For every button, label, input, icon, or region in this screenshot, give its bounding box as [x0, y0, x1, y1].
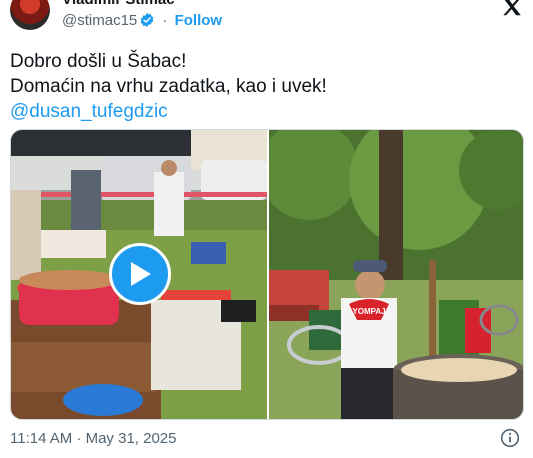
info-icon[interactable]: [500, 428, 520, 448]
x-logo-icon[interactable]: [501, 0, 523, 18]
apron-text: YOMPAJ: [352, 307, 385, 316]
play-icon: [131, 262, 151, 286]
author-display-name[interactable]: Vladimir Stimac: [62, 0, 175, 8]
tweet-text-line-1: Dobro došli u Šabac!: [10, 51, 187, 72]
tweet-header: Vladimir Stimac @stimac15 · Follow: [0, 0, 533, 40]
timestamp[interactable]: 11:14 AM · May 31, 2025: [10, 430, 177, 447]
avatar[interactable]: [10, 0, 50, 30]
play-button[interactable]: [109, 243, 171, 305]
mention-link[interactable]: @dusan_tufegdzic: [10, 99, 520, 124]
follow-button[interactable]: Follow: [175, 12, 223, 29]
author-handle-row: @stimac15 · Follow: [62, 12, 222, 33]
tweet-footer: 11:14 AM · May 31, 2025: [10, 428, 524, 450]
photo-cooking[interactable]: YOMPAJ: [269, 130, 523, 419]
media-grid: YOMPAJ: [10, 129, 524, 420]
tweet-text-line-2: Domaćin na vrhu zadatka, kao i uvek!: [10, 76, 327, 97]
verified-badge-icon: [139, 12, 155, 33]
handle-separator: ·: [162, 12, 168, 29]
video-thumbnail[interactable]: [11, 130, 267, 419]
author-handle[interactable]: @stimac15: [62, 12, 137, 29]
tweet-text: Dobro došli u Šabac! Domaćin na vrhu zad…: [10, 49, 520, 124]
